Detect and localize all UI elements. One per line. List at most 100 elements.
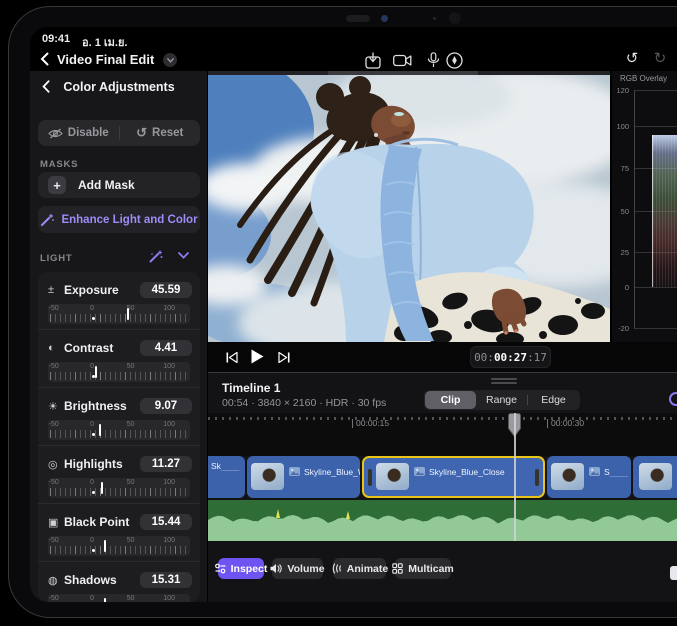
- slider-ruler[interactable]: -50050100: [48, 304, 190, 324]
- slider-zero-dot: [92, 317, 95, 320]
- clip-thumbnail: [376, 463, 409, 490]
- speaker-icon: [270, 563, 282, 574]
- inspect-button[interactable]: Inspect: [218, 558, 264, 579]
- slider-zero-dot: [92, 549, 95, 552]
- slider-indicator[interactable]: [101, 482, 103, 494]
- clip-thumbnail: [639, 463, 672, 490]
- video-viewer: [208, 71, 610, 342]
- light-section-label: LIGHT: [40, 253, 73, 264]
- slider-indicator[interactable]: [104, 540, 106, 552]
- photo-icon: [414, 467, 425, 476]
- clip-label: Sk: [211, 461, 238, 471]
- mode-edge[interactable]: Edge: [528, 391, 579, 409]
- project-dropdown-chevron-icon[interactable]: [163, 53, 177, 67]
- edit-mode-segmented: Clip Range Edge: [424, 390, 580, 410]
- status-time: 09:41: [42, 33, 70, 45]
- clip-skyline-partial-s[interactable]: S: [547, 456, 631, 498]
- slider-name: Shadows: [64, 573, 117, 587]
- slider-ticks: [50, 372, 188, 380]
- timecode-hours: 00:: [474, 351, 494, 364]
- timeline-drag-handle[interactable]: [491, 378, 517, 385]
- clip-skyline-blue-wide[interactable]: Skyline_Blue_Wide: [247, 456, 360, 498]
- color-adjustments-panel: Color Adjustments Disable ↺ Reset MASKS …: [30, 71, 208, 602]
- bezel-dot: [433, 17, 436, 20]
- disable-label: Disable: [68, 127, 109, 139]
- slider-ruler[interactable]: -50050100: [48, 594, 190, 602]
- screen: 09:41 อ. 1 เม.ย. Video Final Edit: [30, 27, 677, 602]
- disable-button[interactable]: Disable: [38, 120, 119, 146]
- playhead[interactable]: [514, 413, 516, 541]
- partial-icon-right-edge[interactable]: [670, 566, 677, 580]
- eye-slash-icon: [48, 128, 63, 139]
- animate-button[interactable]: Animate: [333, 558, 386, 579]
- clip-label: Skyline_Blue_Close: [429, 467, 505, 477]
- clip-skyline-partial-left[interactable]: Sk: [208, 456, 245, 498]
- mode-range[interactable]: Range: [476, 391, 527, 409]
- back-chevron-icon[interactable]: [40, 52, 49, 66]
- skip-back-icon[interactable]: [224, 350, 240, 364]
- slider-ruler[interactable]: -50050100: [48, 362, 190, 382]
- trim-handle-right[interactable]: [535, 469, 539, 486]
- enhance-light-color-button[interactable]: Enhance Light and Color: [38, 206, 200, 233]
- scope-axis-label: -20: [612, 324, 629, 333]
- scope-gridline: [634, 328, 677, 329]
- disable-reset-group: Disable ↺ Reset: [38, 120, 200, 146]
- slider-indicator[interactable]: [99, 424, 101, 436]
- clip-skyline-blue-close[interactable]: Skyline_Blue_Close: [362, 456, 545, 498]
- import-icon[interactable]: [363, 50, 383, 70]
- slider-black-point: ▣ Black Point 15.44 -50050100: [38, 504, 200, 562]
- add-mask-button[interactable]: + Add Mask: [38, 172, 200, 198]
- slider-icon: ☀: [48, 400, 64, 413]
- slider-value[interactable]: 11.27: [140, 456, 192, 472]
- ruler-mark-15s: 00:00:15: [352, 419, 389, 428]
- video-camera-icon[interactable]: [392, 50, 412, 70]
- panel-title: Color Adjustments: [30, 80, 208, 94]
- slider-value[interactable]: 15.31: [140, 572, 192, 588]
- redo-icon[interactable]: ↻: [650, 49, 670, 67]
- rgb-overlay-scope: RGB Overlay 1201007550250-20: [610, 71, 677, 342]
- slider-brightness: ☀ Brightness 9.07 -50050100: [38, 388, 200, 446]
- inspect-icon: [215, 563, 226, 574]
- trim-handle-left[interactable]: [368, 469, 372, 486]
- play-button-icon[interactable]: [249, 349, 265, 363]
- timecode-frames: :17: [527, 351, 547, 364]
- volume-button[interactable]: Volume: [272, 558, 323, 579]
- slider-value[interactable]: 4.41: [140, 340, 192, 356]
- scope-gridline: [634, 287, 677, 288]
- slider-ruler[interactable]: -50050100: [48, 478, 190, 498]
- overlay-icon-partial[interactable]: [669, 392, 677, 406]
- slider-header: ◍ Shadows 15.31: [48, 570, 192, 590]
- mode-clip[interactable]: Clip: [425, 391, 476, 409]
- masks-section-label: MASKS: [40, 159, 78, 170]
- slider-name: Black Point: [64, 515, 129, 529]
- scope-gridline: [634, 126, 677, 127]
- slider-value[interactable]: 45.59: [140, 282, 192, 298]
- page: { "status": { "time": "09:41", "date": "…: [0, 0, 677, 626]
- multicam-button[interactable]: Multicam: [395, 558, 451, 579]
- light-collapse-chevron-icon[interactable]: [178, 252, 189, 259]
- volume-label: Volume: [287, 563, 324, 575]
- slider-name: Highlights: [64, 457, 123, 471]
- bottom-toolbar: Inspect Volume Animate: [208, 558, 677, 579]
- device-frame: 09:41 อ. 1 เม.ย. Video Final Edit: [8, 6, 677, 618]
- slider-value[interactable]: 9.07: [140, 398, 192, 414]
- microphone-icon[interactable]: [423, 50, 443, 70]
- undo-icon[interactable]: ↺: [622, 49, 642, 67]
- slider-value[interactable]: 15.44: [140, 514, 192, 530]
- bezel-sensor-pill: [346, 15, 370, 22]
- slider-ruler[interactable]: -50050100: [48, 536, 190, 556]
- light-wand-icon[interactable]: [148, 249, 163, 264]
- audio-track[interactable]: [208, 500, 677, 541]
- slider-indicator[interactable]: [104, 598, 106, 602]
- timecode-display[interactable]: 00:00:27:17: [470, 346, 551, 368]
- skip-forward-icon[interactable]: [276, 350, 292, 364]
- slider-ruler[interactable]: -50050100: [48, 420, 190, 440]
- clip-label: Skyline_Blue_Wide: [304, 467, 360, 477]
- timeline-info: 00:54 · 3840 × 2160 · HDR · 30 fps: [222, 397, 386, 409]
- clip-partial-right[interactable]: [633, 456, 677, 498]
- project-title[interactable]: Video Final Edit: [57, 52, 154, 67]
- reset-button[interactable]: ↺ Reset: [120, 120, 201, 146]
- timeline-ruler[interactable]: 00:00:15 00:00:30: [208, 413, 677, 456]
- slider-indicator[interactable]: [127, 308, 129, 320]
- pencil-tools-icon[interactable]: [444, 50, 464, 70]
